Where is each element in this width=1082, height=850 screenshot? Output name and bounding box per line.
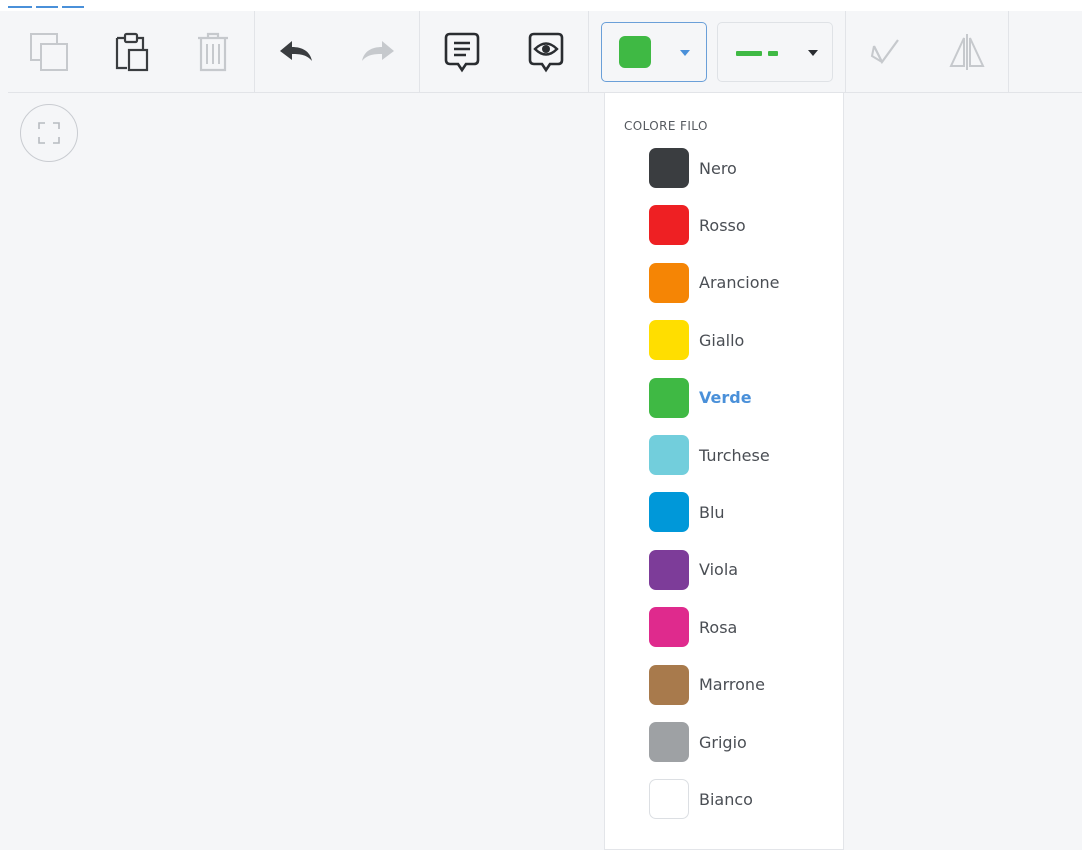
color-swatch (649, 262, 689, 303)
redo-button[interactable] (337, 11, 419, 93)
color-option-arancione[interactable]: Arancione (649, 262, 829, 303)
fit-to-screen-button[interactable] (20, 104, 78, 162)
clipboard-icon (115, 32, 149, 71)
color-option-verde[interactable]: Verde (649, 377, 829, 418)
color-option-turchese[interactable]: Turchese (649, 435, 829, 475)
tab-indicator (36, 6, 58, 8)
color-option-blu[interactable]: Blu (649, 492, 829, 533)
undo-button[interactable] (255, 11, 337, 93)
color-swatch (649, 549, 689, 590)
line-style-picker-button[interactable] (717, 21, 833, 82)
history-tool-group (255, 10, 420, 93)
color-option-rosa[interactable]: Rosa (649, 607, 829, 648)
color-option-giallo[interactable]: Giallo (649, 320, 829, 361)
chevron-down-icon (808, 49, 818, 56)
color-option-label: Bianco (699, 789, 753, 809)
color-swatch (649, 377, 689, 418)
color-option-label: Blu (699, 502, 725, 522)
color-swatch (649, 492, 689, 533)
paste-button[interactable] (90, 11, 172, 93)
line-style-sample (736, 50, 782, 56)
thread-color-dropdown: COLORE FILO Nero Rosso Arancione Giallo Verd… (604, 93, 844, 850)
color-option-label: Verde (699, 388, 752, 408)
annotation-tool-group (420, 10, 589, 93)
color-option-label: Rosso (699, 215, 746, 235)
eye-comment-icon (528, 32, 564, 72)
color-swatch (649, 320, 689, 361)
color-swatch (649, 664, 689, 705)
edit-tool-group (8, 10, 255, 93)
color-swatch (649, 148, 689, 188)
fullscreen-icon (38, 122, 60, 144)
view-comment-button[interactable] (504, 11, 588, 93)
toolbar (8, 10, 1082, 93)
color-picker-button[interactable] (601, 21, 707, 82)
comment-button[interactable] (420, 11, 504, 93)
duplicate-button[interactable] (8, 11, 90, 93)
color-option-label: Viola (699, 560, 739, 580)
comment-icon (444, 32, 480, 72)
duplicate-icon (30, 32, 68, 71)
trash-icon (198, 32, 228, 71)
top-strip (0, 0, 1082, 11)
redo-icon (362, 40, 394, 61)
tab-indicator (8, 6, 32, 8)
undo-icon (280, 40, 312, 61)
color-swatch (649, 435, 689, 475)
color-option-grigio[interactable]: Grigio (649, 722, 829, 762)
color-option-bianco[interactable]: Bianco (649, 779, 829, 820)
color-swatch (649, 722, 689, 762)
color-option-rosso[interactable]: Rosso (649, 205, 829, 246)
check-draw-icon (870, 38, 899, 64)
mirror-tool-button[interactable] (926, 11, 1008, 93)
color-swatch (649, 779, 689, 820)
color-option-label: Marrone (699, 675, 765, 695)
color-option-label: Grigio (699, 732, 747, 752)
checkmark-tool-button[interactable] (846, 11, 926, 93)
color-swatch (649, 205, 689, 246)
color-option-label: Giallo (699, 330, 745, 350)
dropdown-title: COLORE FILO (624, 119, 708, 133)
delete-button[interactable] (172, 11, 254, 93)
flip-icon (949, 33, 985, 70)
chevron-down-icon (680, 49, 690, 56)
color-option-label: Arancione (699, 273, 780, 293)
transform-tool-group (846, 10, 1009, 93)
color-option-label: Turchese (699, 445, 770, 465)
color-swatch (649, 607, 689, 648)
tab-indicator (62, 6, 84, 8)
color-option-nero[interactable]: Nero (649, 148, 829, 188)
selected-color-swatch (619, 35, 651, 68)
color-option-label: Rosa (699, 617, 738, 637)
style-tool-group (589, 10, 846, 93)
color-option-viola[interactable]: Viola (649, 549, 829, 590)
color-option-marrone[interactable]: Marrone (649, 664, 829, 705)
color-option-label: Nero (699, 158, 737, 178)
